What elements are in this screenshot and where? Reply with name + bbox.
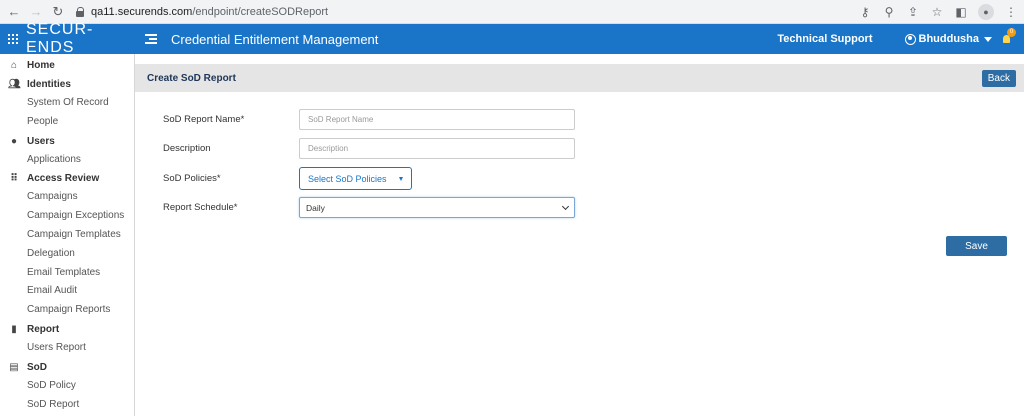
policies-label: SoD Policies* [163,173,221,184]
chevron-down-icon [561,202,570,210]
sidebar-item-label: SoD [27,361,47,373]
report-name-row: SoD Report Name* SoD Report Name [163,109,575,130]
notifications[interactable]: 0 [1000,28,1016,46]
sidebar-group-access-review[interactable]: ⠿ Access Review [0,169,134,188]
schedule-select[interactable]: Daily [299,197,575,218]
user-icon: ● [10,135,18,147]
brand: SECUR-ENDS [0,21,135,56]
select-policies-dropdown[interactable]: Select SoD Policies [299,167,412,190]
main-content: Create SoD Report Back SoD Report Name* … [135,54,1024,416]
apps-grid-icon[interactable] [8,34,18,44]
home-icon: ⌂ [10,60,18,71]
star-icon[interactable]: ☆ [930,5,944,19]
caret-down-icon [984,36,992,42]
notification-badge: 0 [1007,28,1016,37]
side-panel-icon[interactable]: ◧ [954,5,968,19]
lock-icon [76,6,85,17]
zoom-icon[interactable]: ⚲ [882,5,896,19]
key-icon[interactable]: ⚷ [858,5,872,19]
user-icon [904,33,916,45]
file-icon: ▮ [11,323,17,335]
people-icon: 👥︎ [8,79,21,90]
schedule-value: Daily [306,202,325,213]
description-label: Description [163,143,211,154]
save-button[interactable]: Save [946,236,1007,256]
page-header: Create SoD Report Back [135,64,1024,92]
sidebar-item-campaign-exceptions[interactable]: Campaign Exceptions [0,207,134,226]
page-title: Create SoD Report [147,72,236,84]
forward-arrow-icon[interactable]: → [28,4,44,20]
sidebar-item-users-report[interactable]: Users Report [0,339,134,358]
list-icon: ▤ [9,361,19,373]
sidebar-item-campaign-reports[interactable]: Campaign Reports [0,301,134,320]
sidebar-item-label: Users [27,135,55,147]
sidebar-item-label: Home [27,60,55,71]
app-title: Credential Entitlement Management [171,31,379,47]
app-header: SECUR-ENDS Credential Entitlement Manage… [0,21,1024,56]
report-name-label: SoD Report Name* [163,114,245,125]
sidebar-group-sod[interactable]: ▤ SoD [0,358,134,377]
report-name-input[interactable]: SoD Report Name [299,109,575,130]
sidebar-item-delegation[interactable]: Delegation [0,245,134,264]
sidebar-item-label: Access Review [27,173,100,185]
sidebar-item-people[interactable]: People [0,113,134,132]
description-input[interactable]: Description [299,138,575,159]
sidebar-item-home[interactable]: ⌂ Home [0,56,134,75]
sidebar-item-campaign-templates[interactable]: Campaign Templates [0,226,134,245]
select-policies-label: Select SoD Policies [308,173,387,184]
sidebar-item-applications[interactable]: Applications [0,151,134,170]
sidebar-item-label: Report [27,323,60,335]
kebab-menu-icon[interactable]: ⋮ [1004,5,1018,19]
policies-row: SoD Policies* Select SoD Policies [163,167,412,190]
back-arrow-icon[interactable]: ← [6,4,22,20]
schedule-row: Report Schedule* Daily [163,197,575,218]
description-row: Description Description [163,138,575,159]
schedule-label: Report Schedule* [163,202,238,213]
address-bar[interactable]: qa11.securends.com/endpoint/createSODRep… [72,3,850,21]
url-path: /endpoint/createSODReport [192,5,329,18]
sidebar-item-email-audit[interactable]: Email Audit [0,282,134,301]
grid-icon: ⠿ [10,173,18,185]
sidebar-item-email-templates[interactable]: Email Templates [0,264,134,283]
url-host: qa11.securends.com [91,5,193,18]
sidebar-item-system-of-record[interactable]: System Of Record [0,94,134,113]
reload-icon[interactable]: ↻ [50,4,66,20]
technical-support-link[interactable]: Technical Support [777,33,872,45]
logo: SECUR-ENDS [26,21,94,56]
browser-toolbar: ← → ↻ qa11.securends.com/endpoint/create… [0,0,1024,24]
user-name: Bhuddusha [918,33,980,45]
menu-toggle-icon[interactable] [145,34,157,44]
user-menu[interactable]: Bhuddusha [904,33,992,45]
sidebar: ⌂ Home 👥︎ Identities System Of Record Pe… [0,54,135,416]
sidebar-item-sod-policy[interactable]: SoD Policy [0,377,134,396]
profile-icon[interactable]: ● [978,3,994,20]
sidebar-item-sod-report[interactable]: SoD Report [0,396,134,415]
sidebar-item-label: Identities [27,79,71,90]
sidebar-group-identities[interactable]: 👥︎ Identities [0,75,134,94]
back-button[interactable]: Back [981,69,1016,87]
sidebar-group-report[interactable]: ▮ Report [0,320,134,339]
sidebar-group-users[interactable]: ● Users [0,132,134,151]
caret-down-icon [398,176,403,181]
sidebar-item-campaigns[interactable]: Campaigns [0,188,134,207]
share-icon[interactable]: ⇪ [906,5,920,19]
